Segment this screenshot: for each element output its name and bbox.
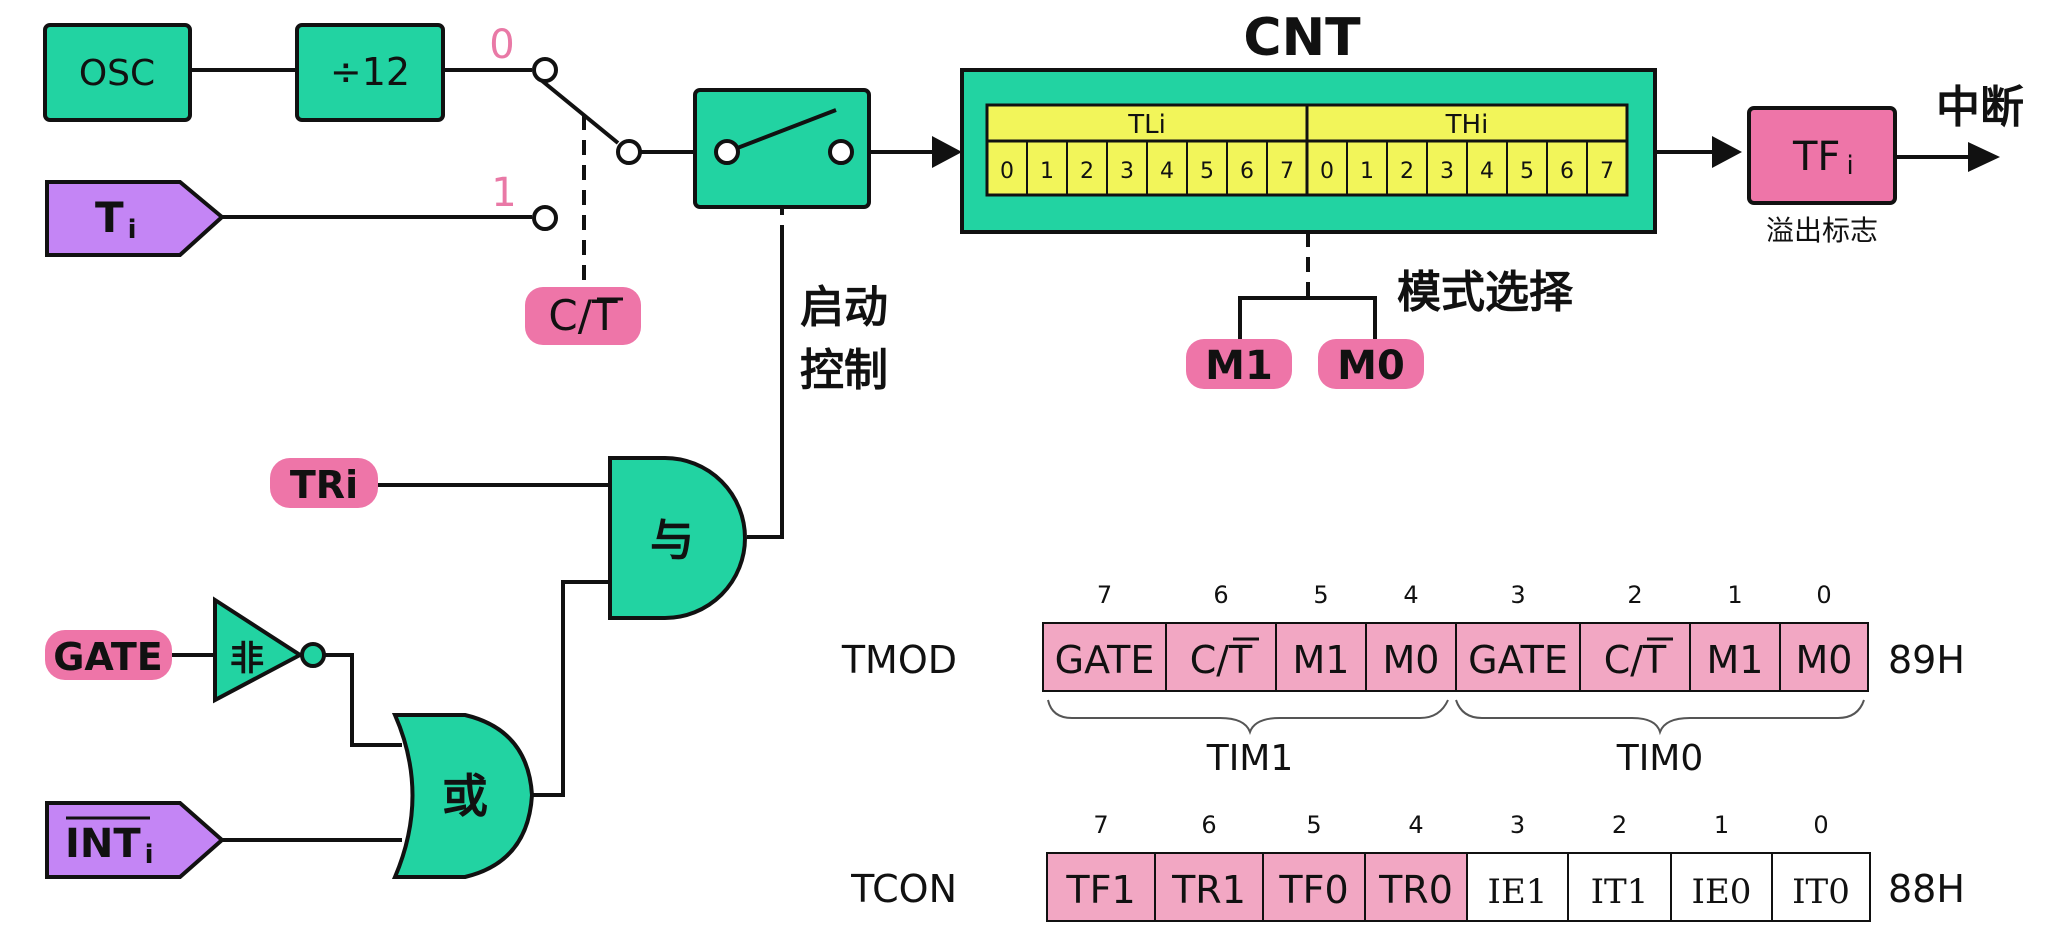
tcon-cell-label: TF0 <box>1278 868 1348 912</box>
gate-label: GATE <box>53 635 163 679</box>
tmod-register: 7 GATE 6 C/T 5 M1 4 M0 3 GATE 2 C/T 1 M1 0 M0 <box>1042 581 1869 692</box>
tmod-cell-label: M0 <box>1796 638 1853 682</box>
cnt-bit-label: 6 <box>1560 159 1574 184</box>
overflow-caption: 溢出标志 <box>1766 214 1878 247</box>
tmod-bit-number: 3 <box>1510 581 1525 609</box>
cnt-bit-label: 7 <box>1600 159 1614 184</box>
interrupt-label: 中断 <box>1936 82 2024 133</box>
arrow-into-tf <box>1712 136 1742 168</box>
tmod-cell-label: GATE <box>1055 638 1155 682</box>
selector-switch-blade <box>539 78 620 145</box>
tcon-cell-label: IE0 <box>1692 872 1752 912</box>
th-label: THi <box>1445 110 1489 140</box>
cnt-bit-label: 2 <box>1400 159 1414 184</box>
tmod-cell-label: GATE <box>1468 638 1568 682</box>
wire-and-to-startcontrol <box>747 240 784 539</box>
selector-0-label: 0 <box>489 22 514 68</box>
tmod-cell-label: M0 <box>1383 638 1440 682</box>
tmod-cell-label: M1 <box>1293 638 1350 682</box>
tcon-bit-number: 3 <box>1510 811 1525 839</box>
tmod-bit-number: 5 <box>1313 581 1328 609</box>
cnt-bit-label: 6 <box>1240 159 1254 184</box>
tcon-bit-number: 5 <box>1306 811 1321 839</box>
tcon-cell-label: TR0 <box>1378 868 1453 912</box>
tmod-cell-label: M1 <box>1707 638 1764 682</box>
start-control-line2: 控制 <box>800 345 888 396</box>
tmod-cell-label: C/T <box>1604 638 1667 682</box>
tcon-cell-label: IE1 <box>1488 872 1548 912</box>
cnt-bit-label: 4 <box>1160 159 1174 184</box>
cnt-title: CNT <box>1243 8 1361 68</box>
tim1-label: TIM1 <box>1206 738 1294 779</box>
tcon-bit-number: 4 <box>1408 811 1423 839</box>
tcon-address: 88H <box>1888 867 1965 911</box>
tmod-cell-label: C/T <box>1190 638 1253 682</box>
tcon-cell-label: TF1 <box>1065 868 1135 912</box>
tim1-brace <box>1047 699 1449 735</box>
divider-label: ÷12 <box>330 50 410 94</box>
contact-common <box>616 139 642 165</box>
mode-select-bracket <box>1238 296 1377 339</box>
tcon-cell-label: IT0 <box>1792 872 1850 912</box>
tim0-label: TIM0 <box>1616 738 1704 779</box>
tl-label: TLi <box>1127 110 1166 140</box>
tmod-bit-number: 7 <box>1097 581 1112 609</box>
or-label: 或 <box>442 769 488 823</box>
cnt-bit-label: 2 <box>1080 159 1094 184</box>
tcon-cell-label: TR1 <box>1171 868 1246 912</box>
tmod-bit-number: 6 <box>1213 581 1228 609</box>
tmod-bit-number: 0 <box>1816 581 1831 609</box>
tcon-bit-number: 6 <box>1201 811 1216 839</box>
tmod-bit-number: 1 <box>1727 581 1742 609</box>
osc-label: OSC <box>79 53 155 94</box>
contact-1 <box>532 205 558 231</box>
cnt-bit-label: 3 <box>1440 159 1454 184</box>
selector-1-label: 1 <box>491 170 516 216</box>
start-switch-contact-in <box>714 139 740 165</box>
not-gate-bubble <box>300 642 326 668</box>
tcon-register: 7 TF1 6 TR1 5 TF0 4 TR0 3 IE1 2 IT1 1 IE0 0 IT0 <box>1046 811 1871 922</box>
cnt-bit-label: 1 <box>1360 159 1374 184</box>
tri-label: TRi <box>290 463 358 507</box>
arrow-interrupt <box>1968 142 2000 172</box>
tcon-name: TCON <box>850 867 957 911</box>
selector-contacts <box>532 57 642 231</box>
cnt-bit-label: 3 <box>1120 159 1134 184</box>
start-switch-contact-out <box>828 139 854 165</box>
int-input-label: INT i <box>65 821 154 870</box>
contact-0 <box>532 57 558 83</box>
wire-or-to-and <box>530 580 610 797</box>
m0-label: M0 <box>1337 343 1405 389</box>
tcon-cell-label: IT1 <box>1591 872 1649 912</box>
tcon-bit-number: 1 <box>1714 811 1729 839</box>
tmod-name: TMOD <box>841 638 957 682</box>
arrow-into-cnt <box>932 136 962 168</box>
start-control-line1: 启动 <box>800 282 888 333</box>
timer-block-diagram: 0 1 OSC ÷12 Ti C/T 启动 控制 CNT TLi THi 012… <box>43 8 2024 922</box>
and-label: 与 <box>650 515 694 566</box>
wire-not-to-or <box>325 653 402 747</box>
tim0-brace <box>1455 699 1865 736</box>
tcon-bit-number: 2 <box>1612 811 1627 839</box>
tmod-address: 89H <box>1888 638 1965 682</box>
tcon-bit-number: 0 <box>1813 811 1828 839</box>
tcon-bit-number: 7 <box>1093 811 1108 839</box>
not-label: 非 <box>230 639 264 679</box>
cnt-bit-label: 4 <box>1480 159 1494 184</box>
cnt-bit-label: 0 <box>1320 159 1334 184</box>
mode-select-label: 模式选择 <box>1397 267 1574 318</box>
cnt-bit-label: 1 <box>1040 159 1054 184</box>
m1-label: M1 <box>1205 343 1273 389</box>
tmod-bit-number: 2 <box>1627 581 1642 609</box>
tmod-bit-number: 4 <box>1403 581 1418 609</box>
cnt-bit-label: 7 <box>1280 159 1294 184</box>
cnt-bit-label: 5 <box>1520 159 1534 184</box>
cnt-bit-label: 0 <box>1000 159 1014 184</box>
cnt-bit-label: 5 <box>1200 159 1214 184</box>
